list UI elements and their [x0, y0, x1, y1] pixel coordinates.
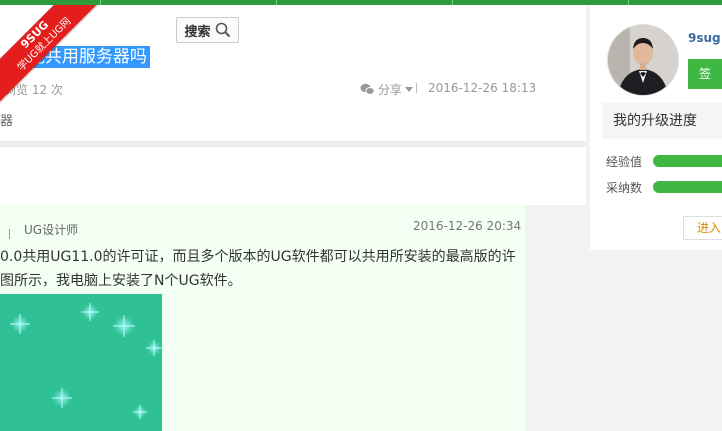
wechat-icon: [360, 83, 375, 95]
answer-line: 图所示，我电脑上安装了N个UG软件。: [0, 273, 242, 289]
answer-date: 2016-12-26 20:34: [413, 219, 522, 233]
enter-button[interactable]: 进入: [683, 216, 722, 240]
answer-line: 0.0共用UG11.0的许可证，而且多个版本的UG软件都可以共用所安装的最高版的…: [0, 249, 516, 265]
logo-ribbon: 9SUG 学UG就上UG网: [0, 5, 100, 105]
answer-card: UG设计师 2016-12-26 20:34 0.0共用UG11.0的许可证，而…: [0, 205, 525, 431]
answer-meta-divider: [9, 229, 10, 239]
search-button[interactable]: 搜索: [176, 17, 239, 43]
question-date: 2016-12-26 18:13: [428, 81, 537, 95]
adopt-label: 采纳数: [606, 181, 643, 195]
answer-section-header: [0, 147, 586, 205]
username[interactable]: 9sug: [688, 31, 721, 45]
answer-body: 0.0共用UG11.0的许可证，而且多个版本的UG软件都可以共用所安装的最高版的…: [0, 245, 520, 293]
avatar[interactable]: [608, 25, 678, 95]
question-tag-fragment: 器: [0, 114, 14, 129]
site-logo-badge[interactable]: 9SUG 学UG就上UG网: [0, 5, 100, 105]
upgrade-progress-title: 我的升级进度: [602, 103, 722, 139]
user-sidebar: 9sug 签 我的升级进度 经验值 采纳数 进入: [590, 5, 722, 250]
share-button[interactable]: 分享: [360, 81, 414, 98]
adopt-progress-bar: [653, 181, 722, 193]
answer-screenshot-image[interactable]: [0, 294, 162, 431]
exp-label: 经验值: [606, 155, 643, 169]
share-label: 分享: [378, 83, 403, 97]
exp-progress-bar: [653, 155, 722, 167]
sign-in-button[interactable]: 签: [688, 59, 722, 89]
sparkle-decoration: [10, 303, 162, 419]
meta-divider: [416, 83, 417, 93]
user-avatar-photo: [608, 25, 678, 95]
answerer-role: UG设计师: [24, 223, 79, 237]
question-card: 9SUG 学UG就上UG网 搜索 0能共用服务器吗 浏览 12 次 分享 201…: [0, 5, 586, 141]
search-button-label: 搜索: [184, 24, 211, 40]
search-icon: [215, 22, 230, 38]
caret-down-icon: [405, 86, 414, 92]
